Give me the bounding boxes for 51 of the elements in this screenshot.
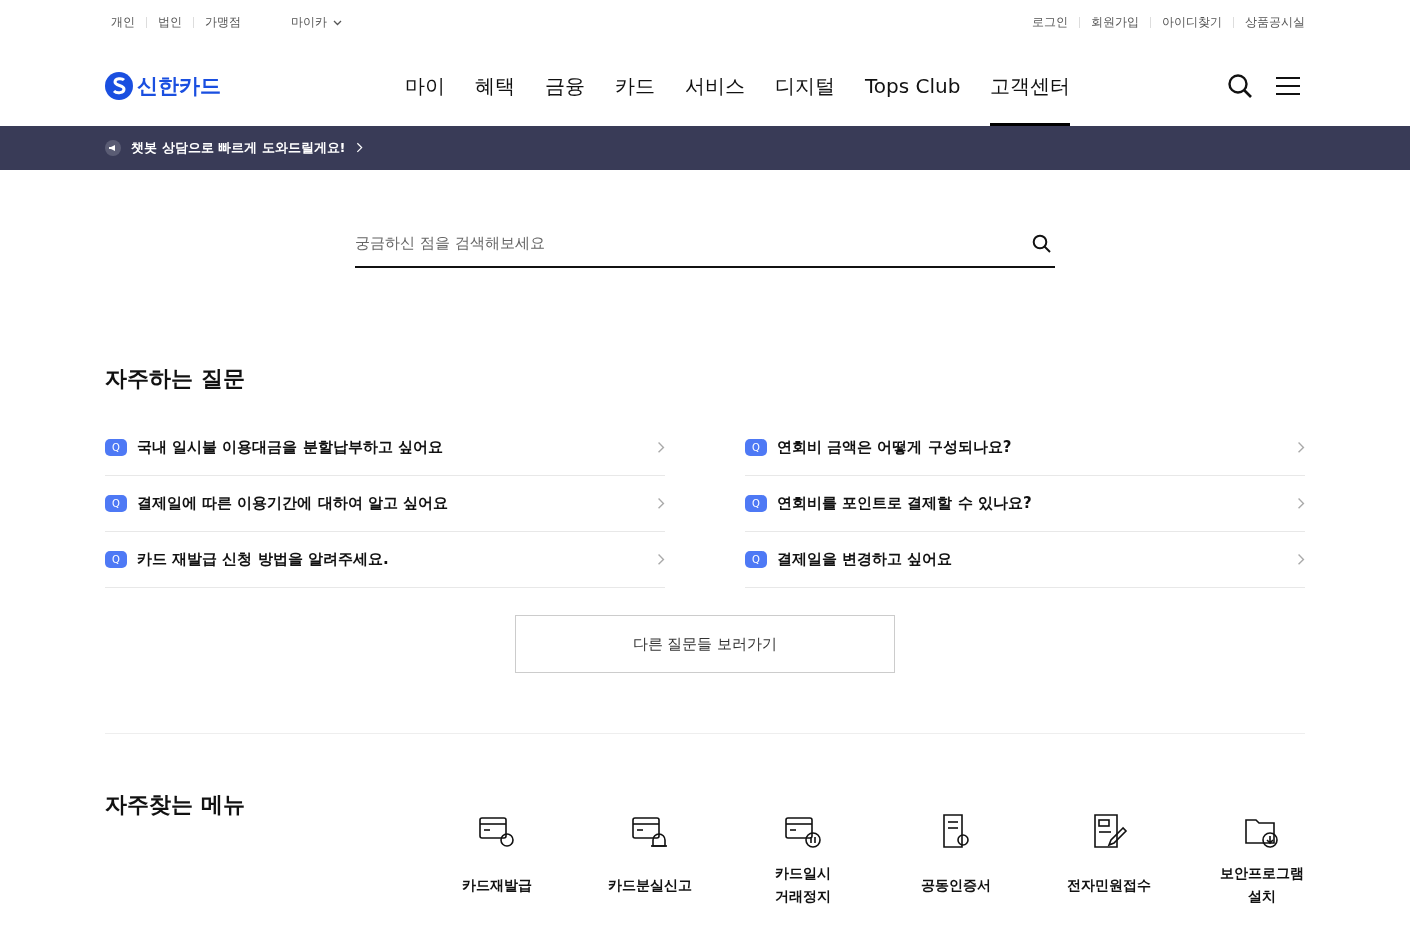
quick-menu-item[interactable]: 카드재발급	[420, 812, 573, 908]
mycar-dropdown[interactable]: 마이카	[291, 14, 342, 31]
quick-menu-item[interactable]: 전자민원접수	[1032, 812, 1185, 908]
chevron-right-icon	[355, 142, 363, 154]
top-link[interactable]: 법인	[158, 14, 182, 31]
top-link[interactable]: 아이디찾기	[1162, 14, 1222, 31]
q-badge: Q	[745, 439, 767, 456]
more-questions-button[interactable]: 다른 질문들 보러가기	[515, 615, 895, 673]
chevron-right-icon	[657, 553, 665, 566]
section-title: 자주찾는 메뉴	[105, 791, 246, 819]
faq-item[interactable]: Q 연회비 금액은 어떻게 구성되나요?	[745, 420, 1305, 476]
top-link[interactable]: 로그인	[1032, 14, 1068, 31]
quick-menu-item[interactable]: 카드일시 거래정지	[726, 812, 879, 908]
nav-tab[interactable]: 서비스	[685, 45, 745, 126]
chevron-right-icon	[1297, 553, 1305, 566]
nav-tab[interactable]: 디지털	[775, 45, 835, 126]
faq-item[interactable]: Q 결제일에 따른 이용기간에 대하여 알고 싶어요	[105, 476, 665, 532]
q-badge: Q	[105, 495, 127, 512]
top-link[interactable]: 회원가입	[1091, 14, 1139, 31]
search-button[interactable]	[1227, 72, 1253, 99]
faq-item[interactable]: Q 카드 재발급 신청 방법을 알려주세요.	[105, 532, 665, 588]
caret-icon	[333, 19, 342, 26]
faq-item[interactable]: Q 결제일을 변경하고 싶어요	[745, 532, 1305, 588]
top-link[interactable]: 개인	[111, 14, 135, 31]
chevron-right-icon	[657, 497, 665, 510]
top-link[interactable]: 가맹점	[205, 14, 241, 31]
faq-item[interactable]: Q 연회비를 포인트로 결제할 수 있나요?	[745, 476, 1305, 532]
logo-icon	[105, 71, 133, 100]
q-badge: Q	[105, 439, 127, 456]
nav-tab[interactable]: 마이	[405, 45, 445, 126]
faq-item[interactable]: Q 국내 일시불 이용대금을 분할납부하고 싶어요	[105, 420, 665, 476]
q-badge: Q	[745, 495, 767, 512]
nav-tab[interactable]: 혜택	[475, 45, 515, 126]
search-icon[interactable]	[1032, 234, 1051, 253]
q-badge: Q	[105, 551, 127, 568]
top-link[interactable]: 상품공시실	[1245, 14, 1305, 31]
quick-menu-item[interactable]: 카드분실신고	[573, 812, 726, 908]
quick-menu-item[interactable]: 보안프로그램 설치	[1185, 812, 1338, 908]
search-field[interactable]: 궁금하신 점을 검색해보세요	[355, 220, 1055, 268]
nav-tab[interactable]: Tops Club	[865, 45, 961, 126]
chevron-right-icon	[1297, 497, 1305, 510]
q-badge: Q	[745, 551, 767, 568]
megaphone-icon	[105, 140, 121, 156]
nav-tab[interactable]: 금융	[545, 45, 585, 126]
nav-tab[interactable]: 카드	[615, 45, 655, 126]
menu-button[interactable]	[1275, 75, 1301, 96]
chevron-right-icon	[657, 441, 665, 454]
chevron-right-icon	[1297, 441, 1305, 454]
brand-logo[interactable]: 신한카드	[105, 71, 405, 100]
quick-menu-item[interactable]: 공동인증서	[879, 812, 1032, 908]
section-title: 자주하는 질문	[105, 365, 246, 393]
